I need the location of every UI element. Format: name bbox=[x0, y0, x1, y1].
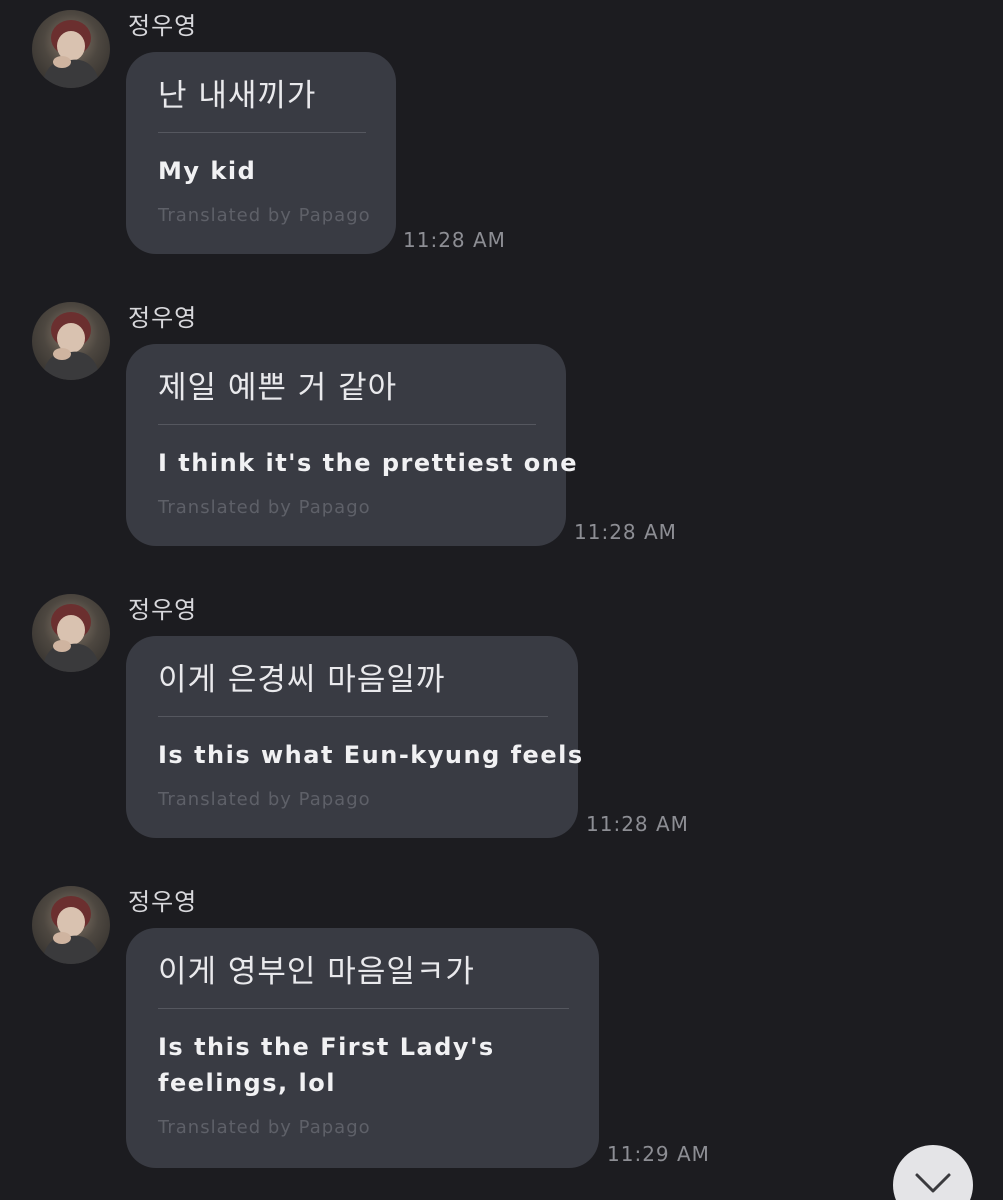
avatar[interactable] bbox=[32, 302, 110, 380]
translated-text: I think it's the prettiest one bbox=[158, 449, 579, 477]
avatar[interactable] bbox=[32, 594, 110, 672]
message-bubble[interactable]: 제일 예쁜 거 같아 I think it's the prettiest on… bbox=[126, 344, 579, 546]
original-text: 이게 영부인 마음일ㅋ가 bbox=[158, 954, 475, 990]
sender-name: 정우영 bbox=[128, 596, 198, 624]
translation-credit: Translated by Papago bbox=[158, 1117, 371, 1138]
original-text: 난 내새끼가 bbox=[158, 78, 317, 114]
message-time: 11:28 AM bbox=[586, 812, 689, 836]
translated-text-line1: Is this the First Lady's bbox=[158, 1033, 495, 1061]
message-item: 정우영 난 내새끼가 My kid Translated by Papago 1… bbox=[0, 0, 1003, 260]
sender-name: 정우영 bbox=[128, 888, 198, 916]
message-item: 정우영 제일 예쁜 거 같아 I think it's the pretties… bbox=[0, 292, 1003, 552]
translation-credit: Translated by Papago bbox=[158, 205, 371, 226]
translated-text: Is this what Eun-kyung feels bbox=[158, 741, 584, 769]
divider bbox=[158, 1008, 569, 1009]
message-bubble[interactable]: 이게 영부인 마음일ㅋ가 Is this the First Lady's fe… bbox=[126, 928, 599, 1168]
sender-name: 정우영 bbox=[128, 304, 198, 332]
avatar[interactable] bbox=[32, 886, 110, 964]
avatar[interactable] bbox=[32, 10, 110, 88]
chevron-down-icon bbox=[915, 1173, 951, 1193]
message-time: 11:29 AM bbox=[607, 1142, 710, 1166]
message-time: 11:28 AM bbox=[403, 228, 506, 252]
avatar-photo bbox=[42, 896, 100, 964]
translation-credit: Translated by Papago bbox=[158, 497, 371, 518]
sender-name: 정우영 bbox=[128, 12, 198, 40]
original-text: 이게 은경씨 마음일까 bbox=[158, 662, 446, 698]
translation-credit: Translated by Papago bbox=[158, 789, 371, 810]
divider bbox=[158, 716, 548, 717]
message-item: 정우영 이게 영부인 마음일ㅋ가 Is this the First Lady'… bbox=[0, 876, 1003, 1176]
avatar-photo bbox=[42, 604, 100, 672]
message-item: 정우영 이게 은경씨 마음일까 Is this what Eun-kyung f… bbox=[0, 584, 1003, 844]
translated-text: My kid bbox=[158, 157, 257, 185]
message-time: 11:28 AM bbox=[574, 520, 677, 544]
avatar-photo bbox=[42, 312, 100, 380]
divider bbox=[158, 132, 366, 133]
translated-text-line2: feelings, lol bbox=[158, 1069, 336, 1097]
divider bbox=[158, 424, 536, 425]
message-bubble[interactable]: 이게 은경씨 마음일까 Is this what Eun-kyung feels… bbox=[126, 636, 584, 838]
message-bubble[interactable]: 난 내새끼가 My kid Translated by Papago bbox=[126, 52, 396, 254]
chat-thread: 정우영 난 내새끼가 My kid Translated by Papago 1… bbox=[0, 0, 1003, 1200]
avatar-photo bbox=[42, 20, 100, 88]
original-text: 제일 예쁜 거 같아 bbox=[158, 370, 398, 406]
